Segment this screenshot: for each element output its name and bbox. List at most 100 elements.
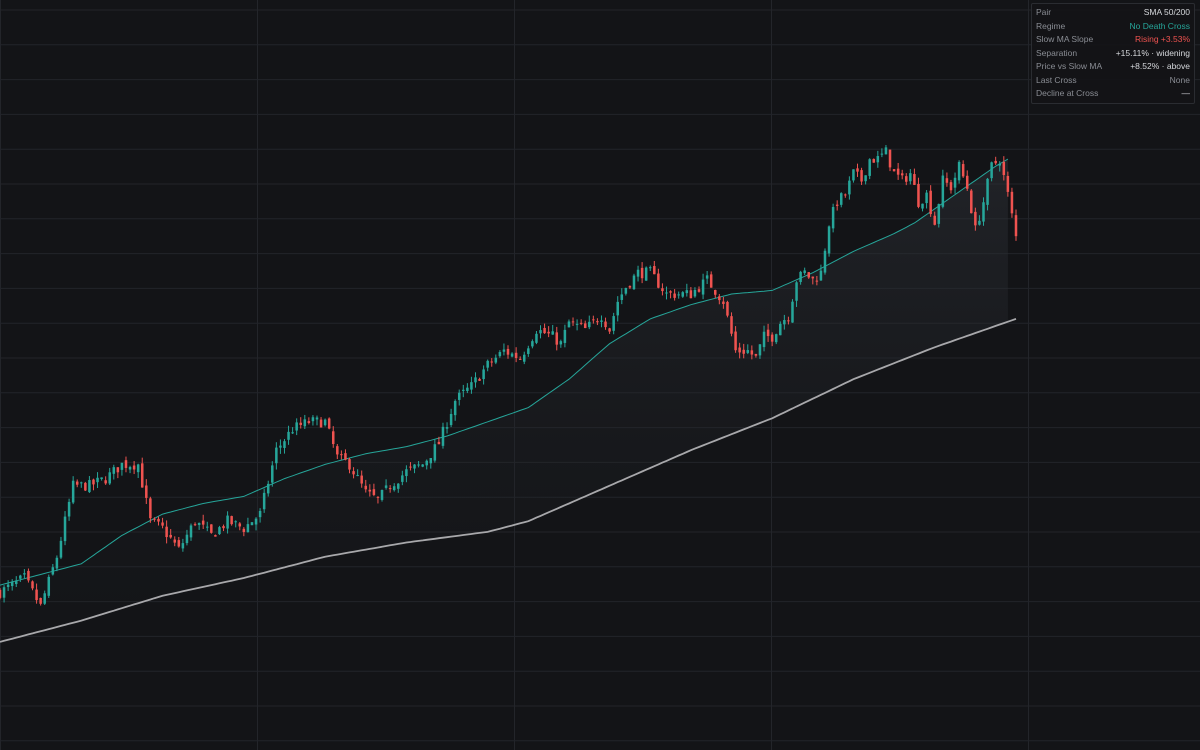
candle[interactable] <box>888 149 892 172</box>
candle[interactable] <box>128 465 132 474</box>
candle[interactable] <box>299 417 302 429</box>
candle[interactable] <box>1010 187 1014 218</box>
candle[interactable] <box>823 248 827 275</box>
candle[interactable] <box>949 179 953 194</box>
candle[interactable] <box>478 377 481 381</box>
candle[interactable] <box>636 265 640 282</box>
candle[interactable] <box>970 189 973 214</box>
candle[interactable] <box>726 300 729 318</box>
candle[interactable] <box>994 156 997 165</box>
candle[interactable] <box>648 265 652 272</box>
candle[interactable] <box>632 273 636 291</box>
candle[interactable] <box>275 442 278 470</box>
candle[interactable] <box>331 426 335 448</box>
candle[interactable] <box>567 319 571 328</box>
candle[interactable] <box>620 288 624 305</box>
candle[interactable] <box>669 290 672 299</box>
candle[interactable] <box>917 177 920 209</box>
candle[interactable] <box>344 449 347 461</box>
candle[interactable] <box>59 536 63 560</box>
candle[interactable] <box>872 158 876 163</box>
candle[interactable] <box>96 472 99 488</box>
candle[interactable] <box>896 162 900 180</box>
candle[interactable] <box>23 569 26 579</box>
candle[interactable] <box>677 291 680 299</box>
candle[interactable] <box>210 524 213 534</box>
candle[interactable] <box>925 189 928 209</box>
candle[interactable] <box>653 260 656 275</box>
candle[interactable] <box>145 479 148 505</box>
candle[interactable] <box>681 291 685 298</box>
candle[interactable] <box>579 319 583 326</box>
candle[interactable] <box>856 163 859 177</box>
candle[interactable] <box>929 185 932 217</box>
candle[interactable] <box>791 299 794 323</box>
candle[interactable] <box>961 160 965 178</box>
candle[interactable] <box>108 467 111 485</box>
candle[interactable] <box>271 461 274 487</box>
candle[interactable] <box>51 563 55 576</box>
candle[interactable] <box>839 192 843 208</box>
candle[interactable] <box>913 168 916 186</box>
candle[interactable] <box>457 389 461 406</box>
candle[interactable] <box>327 417 331 430</box>
candle[interactable] <box>941 169 945 209</box>
candle[interactable] <box>470 376 473 394</box>
candle[interactable] <box>892 169 896 172</box>
candle[interactable] <box>705 271 709 284</box>
candle[interactable] <box>592 315 595 324</box>
candle[interactable] <box>921 203 924 212</box>
candle[interactable] <box>957 160 961 184</box>
candle[interactable] <box>311 415 315 426</box>
candle[interactable] <box>909 169 912 185</box>
candle[interactable] <box>709 271 713 288</box>
candle[interactable] <box>640 262 644 284</box>
candle[interactable] <box>494 354 498 365</box>
candle[interactable] <box>67 498 71 521</box>
candle[interactable] <box>539 325 542 339</box>
candle[interactable] <box>303 414 307 430</box>
candle[interactable] <box>124 456 128 473</box>
candle[interactable] <box>616 296 619 322</box>
candle[interactable] <box>685 283 689 297</box>
candle[interactable] <box>136 463 140 479</box>
candle[interactable] <box>120 462 124 476</box>
candle[interactable] <box>701 273 705 300</box>
price-chart[interactable]: Pair SMA 50/200 Regime No Death Cross Sl… <box>0 0 1200 750</box>
candle[interactable] <box>116 467 120 479</box>
candle[interactable] <box>336 444 339 460</box>
candle[interactable] <box>604 317 607 330</box>
candle[interactable] <box>860 167 863 185</box>
candle[interactable] <box>547 326 550 338</box>
candle[interactable] <box>559 339 563 348</box>
candle[interactable] <box>953 172 957 194</box>
candle[interactable] <box>608 327 611 334</box>
candle[interactable] <box>714 289 717 299</box>
candle[interactable] <box>100 477 103 481</box>
candle[interactable] <box>852 169 855 183</box>
candle[interactable] <box>291 427 294 435</box>
candle[interactable] <box>474 372 477 388</box>
candle[interactable] <box>340 450 343 460</box>
candle[interactable] <box>661 283 664 296</box>
candle[interactable] <box>283 438 286 454</box>
candle[interactable] <box>84 481 87 491</box>
chart-canvas[interactable] <box>0 0 1200 750</box>
candle[interactable] <box>55 555 59 572</box>
candle[interactable] <box>279 439 282 454</box>
candle[interactable] <box>287 425 290 445</box>
candle[interactable] <box>864 175 867 185</box>
candle[interactable] <box>250 522 254 526</box>
candle[interactable] <box>132 461 136 475</box>
candle[interactable] <box>88 476 91 494</box>
candle[interactable] <box>510 352 514 358</box>
candle[interactable] <box>80 481 83 488</box>
candle[interactable] <box>819 264 823 281</box>
candle[interactable] <box>543 323 546 334</box>
candle[interactable] <box>295 418 298 436</box>
candle[interactable] <box>75 479 79 488</box>
candle[interactable] <box>600 315 603 328</box>
candle[interactable] <box>482 365 485 385</box>
candle[interactable] <box>514 347 518 363</box>
candle[interactable] <box>848 176 851 200</box>
